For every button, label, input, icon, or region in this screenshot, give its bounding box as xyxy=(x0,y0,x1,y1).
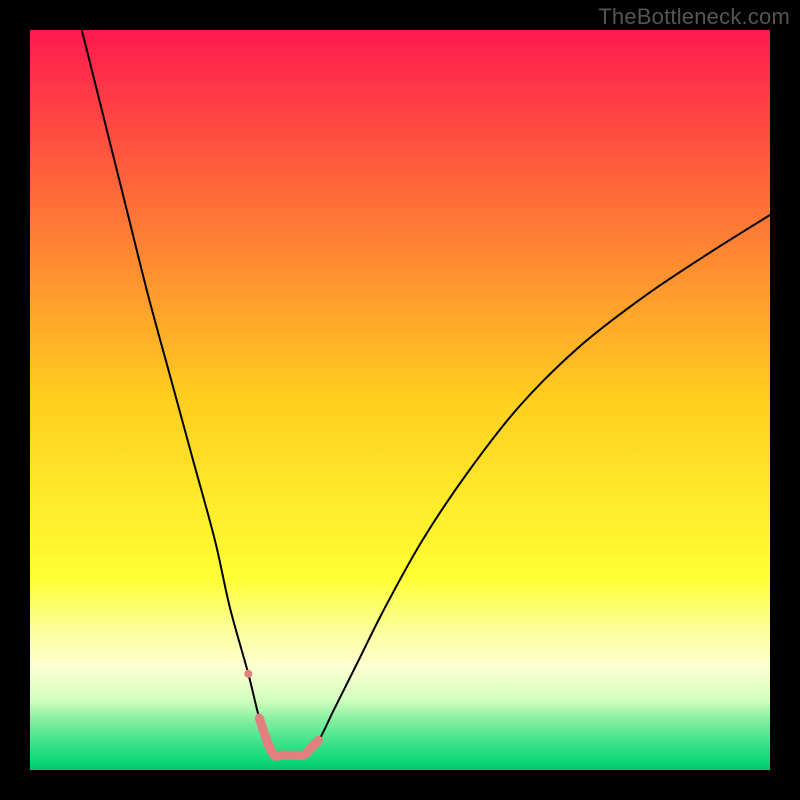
watermark-label: TheBottleneck.com xyxy=(598,4,790,30)
best-fit-dot xyxy=(244,670,252,678)
chart-frame: TheBottleneck.com xyxy=(0,0,800,800)
plot-area xyxy=(30,30,770,770)
chart-background xyxy=(30,30,770,770)
chart-svg xyxy=(30,30,770,770)
